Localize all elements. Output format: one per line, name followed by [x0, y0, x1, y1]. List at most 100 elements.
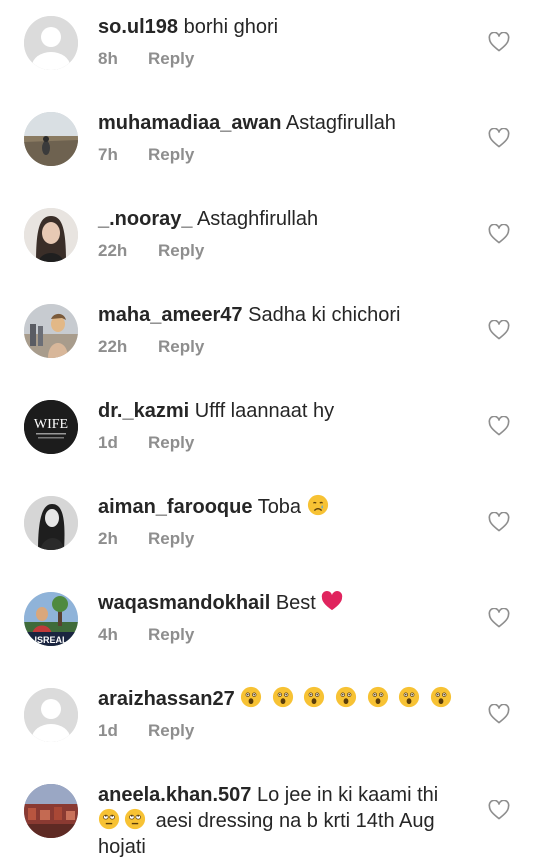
comment-item: WIFE dr._kazmi Ufff laannaat hy 1d Reply	[0, 384, 540, 480]
comment-body: so.ul198 borhi ghori 8h Reply	[98, 14, 468, 69]
avatar[interactable]	[24, 16, 78, 70]
comment-item: aiman_farooque Toba 2h Reply	[0, 480, 540, 576]
comment-time: 22h	[98, 337, 128, 356]
comment-meta: 8h Reply	[98, 49, 468, 69]
comment-message: Lo jee in ki kaami thi	[257, 784, 439, 806]
astonished-face-emoji	[367, 686, 388, 708]
comment-message: Astaghfirullah	[196, 208, 319, 230]
comment-meta: 1d Reply	[98, 433, 468, 453]
eye-roll-emoji	[98, 808, 120, 830]
comment-message-continued: hojati	[98, 836, 146, 858]
comment-time: 2h	[98, 529, 118, 548]
comment-text: so.ul198 borhi ghori	[98, 14, 468, 40]
comment-time: 7h	[98, 145, 118, 164]
comment-username[interactable]: araizhassan27	[98, 688, 235, 710]
comment-message-continued: aesi dressing na b krti 14th Aug	[155, 810, 435, 832]
comment-username[interactable]: dr._kazmi	[98, 400, 189, 422]
astonished-face-emoji	[272, 686, 293, 708]
reply-button[interactable]: Reply	[158, 337, 204, 357]
comment-time: 4h	[98, 625, 118, 644]
avatar-isreal-text: ISREAL	[34, 635, 68, 645]
comment-text: waqasmandokhail Best	[98, 590, 468, 616]
avatar-photo: WIFE	[24, 400, 78, 454]
comment-meta: 22h Reply	[98, 337, 468, 357]
red-heart-emoji	[322, 591, 343, 611]
avatar-photo	[24, 112, 78, 166]
comment-username[interactable]: maha_ameer47	[98, 304, 243, 326]
comment-message: Ufff laannaat hy	[194, 400, 335, 422]
avatar[interactable]: WIFE	[24, 400, 78, 454]
avatar[interactable]	[24, 304, 78, 358]
comment-text: muhamadiaa_awan Astagfirullah	[98, 110, 468, 136]
heart-outline-icon[interactable]	[488, 512, 510, 532]
heart-outline-icon[interactable]	[488, 608, 510, 628]
avatar-wife-text: WIFE	[34, 417, 68, 432]
comment-body: aneela.khan.507 Lo jee in ki kaami thi a…	[98, 782, 468, 860]
comment-body: waqasmandokhail Best 4h Reply	[98, 590, 468, 645]
comments-list: so.ul198 borhi ghori 8h Reply muhamadiaa…	[0, 0, 540, 865]
heart-outline-icon[interactable]	[488, 128, 510, 148]
heart-outline-icon[interactable]	[488, 800, 510, 820]
comment-username[interactable]: aiman_farooque	[98, 496, 252, 518]
comment-text: maha_ameer47 Sadha ki chichori	[98, 302, 468, 328]
comment-meta: 2h Reply	[98, 529, 468, 549]
comment-text: _.nooray_ Astaghfirullah	[98, 206, 468, 232]
heart-outline-icon[interactable]	[488, 704, 510, 724]
crying-face-emoji	[307, 494, 328, 516]
comment-text: aneela.khan.507 Lo jee in ki kaami thi a…	[98, 782, 468, 860]
avatar-photo	[24, 208, 78, 262]
reply-button[interactable]: Reply	[158, 241, 204, 261]
comment-item: aneela.khan.507 Lo jee in ki kaami thi a…	[0, 768, 540, 865]
heart-outline-icon[interactable]	[488, 32, 510, 52]
comment-item: ISREAL waqasmandokhail Best 4h Reply	[0, 576, 540, 672]
comment-body: _.nooray_ Astaghfirullah 22h Reply	[98, 206, 468, 261]
avatar[interactable]: ISREAL	[24, 592, 78, 646]
comment-username[interactable]: muhamadiaa_awan	[98, 112, 281, 134]
heart-outline-icon[interactable]	[488, 320, 510, 340]
comment-body: maha_ameer47 Sadha ki chichori 22h Reply	[98, 302, 468, 357]
avatar-photo: ISREAL	[24, 592, 78, 646]
comment-message: borhi ghori	[183, 16, 279, 38]
comment-meta: 4h Reply	[98, 625, 468, 645]
astonished-face-emoji	[399, 686, 420, 708]
comment-username[interactable]: aneela.khan.507	[98, 784, 251, 806]
comment-username[interactable]: waqasmandokhail	[98, 592, 270, 614]
avatar[interactable]	[24, 688, 78, 742]
comment-message: Astagfirullah	[285, 112, 396, 134]
comment-text: araizhassan27	[98, 686, 468, 712]
heart-outline-icon[interactable]	[488, 416, 510, 436]
comment-body: muhamadiaa_awan Astagfirullah 7h Reply	[98, 110, 468, 165]
reply-button[interactable]: Reply	[148, 433, 194, 453]
reply-button[interactable]: Reply	[148, 625, 194, 645]
avatar-photo	[24, 784, 78, 838]
eye-roll-emoji	[124, 808, 146, 830]
astonished-emoji-row	[240, 686, 455, 710]
comment-time: 22h	[98, 241, 128, 260]
astonished-face-emoji	[335, 686, 357, 708]
default-avatar-icon	[24, 16, 78, 70]
astonished-face-emoji	[430, 686, 451, 708]
comment-time: 8h	[98, 49, 118, 68]
avatar[interactable]	[24, 784, 78, 838]
comment-username[interactable]: so.ul198	[98, 16, 178, 38]
comment-meta: 22h Reply	[98, 241, 468, 261]
reply-button[interactable]: Reply	[148, 529, 194, 549]
astonished-face-emoji	[304, 686, 325, 708]
heart-outline-icon[interactable]	[488, 224, 510, 244]
comment-body: aiman_farooque Toba 2h Reply	[98, 494, 468, 549]
reply-button[interactable]: Reply	[148, 721, 194, 741]
avatar[interactable]	[24, 496, 78, 550]
reply-button[interactable]: Reply	[148, 49, 194, 69]
comment-username[interactable]: _.nooray_	[98, 208, 192, 230]
comment-meta: 1d Reply	[98, 721, 468, 741]
comment-text: dr._kazmi Ufff laannaat hy	[98, 398, 468, 424]
avatar[interactable]	[24, 112, 78, 166]
reply-button[interactable]: Reply	[148, 145, 194, 165]
avatar[interactable]	[24, 208, 78, 262]
comment-item: muhamadiaa_awan Astagfirullah 7h Reply	[0, 96, 540, 192]
comment-item: araizhassan27 1d Reply	[0, 672, 540, 768]
comment-time: 1d	[98, 433, 118, 452]
comment-time: 1d	[98, 721, 118, 740]
comment-body: araizhassan27 1d Reply	[98, 686, 468, 741]
comment-meta: 7h Reply	[98, 145, 468, 165]
